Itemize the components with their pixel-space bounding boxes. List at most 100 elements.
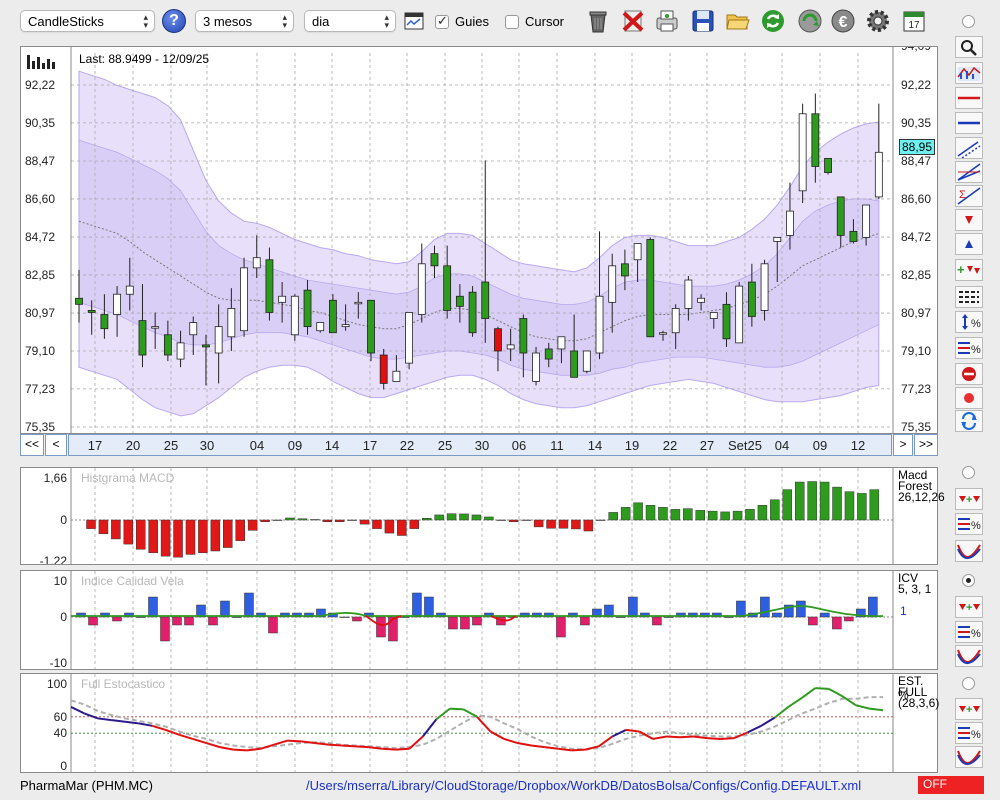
- macd-histogram-bar: [558, 519, 569, 529]
- stoch-k-segment: [707, 737, 721, 740]
- interval-select[interactable]: dia ▴ ▾: [304, 10, 396, 32]
- icv-marks-icon[interactable]: +: [955, 596, 983, 618]
- macd-histogram-bar: [546, 519, 556, 529]
- nav-last-button[interactable]: >>: [914, 434, 938, 456]
- candle-body: [214, 326, 223, 354]
- stochastic-panel[interactable]: 100 60 40 0 Full Estocastico EST. % FULL (2…: [20, 673, 939, 773]
- y-tick-label-left: 84,72: [25, 230, 55, 244]
- x-axis-date-label: 12: [851, 438, 865, 453]
- cursor-checkbox[interactable]: [505, 15, 519, 29]
- stoch-k-segment: [395, 747, 410, 751]
- help-button[interactable]: ?: [162, 9, 186, 33]
- icv-percent-icon[interactable]: %: [955, 621, 983, 643]
- delete-sheet-icon[interactable]: [620, 8, 646, 34]
- panel-radio-macd[interactable]: [962, 466, 975, 479]
- candle-body: [874, 151, 883, 198]
- macd-histogram-bar: [720, 511, 730, 521]
- stoch-k-segment: [314, 742, 329, 746]
- current-price-badge: 88,95: [899, 139, 935, 155]
- swap-arrows-icon[interactable]: [955, 410, 983, 432]
- stoch-curves-icon[interactable]: [955, 746, 983, 768]
- icv-bar: [244, 592, 254, 618]
- icv-bar: [220, 600, 230, 618]
- macd-panel[interactable]: 1,66 0 -1,22 Histgrama MACD Macd Forest 26…: [20, 467, 945, 565]
- stoch-marks-icon[interactable]: +: [955, 698, 983, 720]
- euro-icon[interactable]: €: [830, 8, 856, 34]
- macd-percent-icon[interactable]: %: [955, 513, 983, 535]
- y-tick-label-left: 86,60: [25, 192, 55, 206]
- off-status-badge[interactable]: OFF: [918, 776, 984, 794]
- date-axis-bar[interactable]: 17 20 25 30 04 09 14 17 22 25 30 06 11 14 19 22 27 Set25 0…: [68, 434, 892, 456]
- red-line-tool[interactable]: [955, 87, 983, 109]
- up-arrow-icon[interactable]: [955, 233, 983, 255]
- save-icon[interactable]: [690, 8, 716, 34]
- panel-radio-price[interactable]: [962, 15, 975, 28]
- calendar-icon[interactable]: 17: [901, 8, 927, 34]
- sum-lines-icon[interactable]: Σ: [955, 185, 983, 207]
- x-axis-date-label: 20: [126, 438, 140, 453]
- down-arrow-icon[interactable]: [955, 209, 983, 231]
- nav-prev-button[interactable]: <: [45, 434, 67, 456]
- trend-channel-icon[interactable]: [955, 137, 983, 159]
- add-remove-marks-icon[interactable]: +: [955, 259, 983, 281]
- stoch-d-line: [70, 696, 883, 751]
- icv-panel[interactable]: 10 0 -10 Indice Calidad Vela ICV 5, 3, 1 1: [20, 570, 938, 670]
- icv-bar: [160, 616, 170, 642]
- x-axis-date-label: 27: [700, 438, 714, 453]
- nav-first-button[interactable]: <<: [20, 434, 44, 456]
- macd-histogram-bar: [658, 507, 668, 521]
- refresh-icon[interactable]: [760, 8, 786, 34]
- stoch-k-segment: [70, 706, 85, 715]
- stoch-k-segment: [111, 719, 126, 723]
- icv-bar: [664, 616, 674, 618]
- stoch-k-segment: [219, 746, 234, 751]
- candle-body: [671, 308, 680, 334]
- candle-body: [621, 263, 629, 277]
- fan-lines-icon[interactable]: [955, 161, 983, 183]
- candle-body: [290, 295, 299, 336]
- no-entry-icon[interactable]: [955, 363, 983, 385]
- horizontal-grid-icon[interactable]: [955, 286, 983, 308]
- x-axis-date-label: 22: [400, 438, 414, 453]
- price-chart-panel[interactable]: 92,22 92,22 90,35 90,35 88,47 88,47 86,60 86,60…: [20, 46, 938, 434]
- chart-window-icon[interactable]: [404, 12, 424, 30]
- panel-radio-stoch[interactable]: [962, 677, 975, 690]
- config-path-link[interactable]: /Users/mserra/Library/CloudStorage/Dropb…: [306, 778, 861, 793]
- stoch-k-segment: [666, 735, 681, 739]
- zoom-tool[interactable]: [955, 36, 983, 58]
- chart-overlay-icon[interactable]: [955, 62, 983, 84]
- chart-type-select[interactable]: CandleSticks ▴ ▾: [20, 10, 155, 32]
- icv-curves-icon[interactable]: [955, 645, 983, 667]
- macd-histogram-bar: [310, 519, 320, 521]
- macd-histogram-bar: [135, 519, 146, 550]
- period-select[interactable]: 3 mesos ▴ ▾: [195, 10, 294, 32]
- stoch-k-segment: [869, 707, 884, 712]
- percent-range-icon[interactable]: %: [955, 311, 983, 333]
- candle-body: [760, 263, 769, 311]
- candle-body: [151, 326, 160, 329]
- guides-checkbox[interactable]: [435, 13, 449, 29]
- icv-bar: [724, 616, 734, 618]
- icv-bar: [376, 616, 386, 638]
- stoch-k-segment: [97, 717, 112, 722]
- percent-lines-icon[interactable]: %: [955, 337, 983, 359]
- sync-icon[interactable]: [797, 8, 823, 34]
- macd-marks-icon[interactable]: +: [955, 488, 983, 510]
- open-folder-icon[interactable]: [725, 8, 751, 34]
- print-icon[interactable]: [654, 8, 680, 34]
- macd-curves-icon[interactable]: [955, 540, 983, 562]
- stoch-k-segment: [408, 735, 424, 750]
- panel-radio-icv[interactable]: [962, 574, 975, 587]
- x-axis-date-label: 04: [250, 438, 264, 453]
- trash-icon[interactable]: [585, 8, 611, 34]
- macd-histogram-bar: [794, 481, 805, 521]
- y-tick-label-left: 77,23: [25, 382, 55, 396]
- macd-histogram-bar: [384, 519, 395, 534]
- nav-next-button[interactable]: >: [893, 434, 913, 456]
- stoch-percent-icon[interactable]: %: [955, 722, 983, 744]
- y-tick-label-right: 84,72: [901, 230, 931, 244]
- settings-gear-icon[interactable]: [865, 8, 891, 34]
- icv-bar: [820, 612, 830, 618]
- record-icon[interactable]: [955, 387, 983, 409]
- blue-line-tool[interactable]: [955, 112, 983, 134]
